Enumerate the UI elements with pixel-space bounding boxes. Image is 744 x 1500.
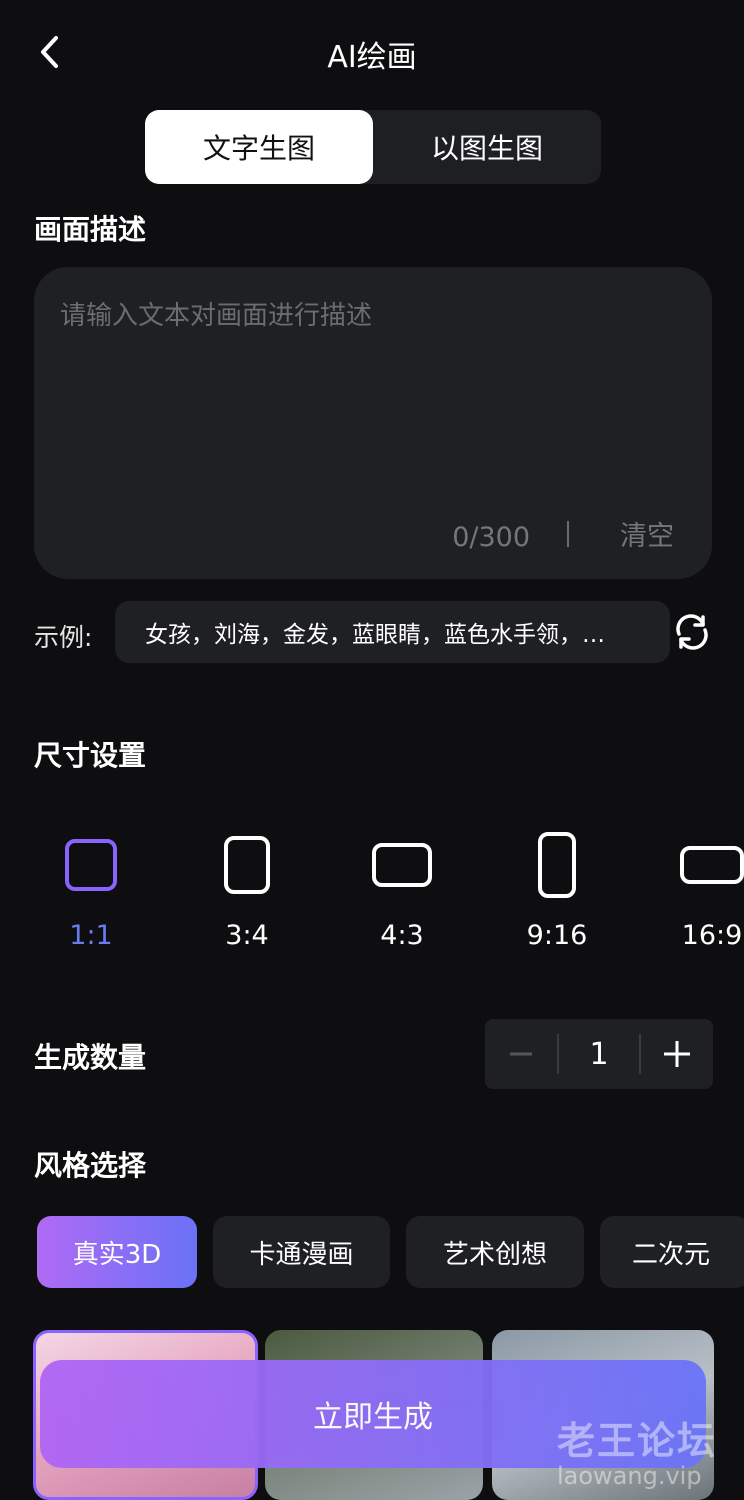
tab-text-to-image[interactable]: 文字生图 xyxy=(145,110,373,184)
ratio-option-3-4[interactable]: 3:4 xyxy=(187,820,307,951)
style-chip-realistic-3d[interactable]: 真实3D xyxy=(37,1216,197,1288)
plus-icon xyxy=(664,1041,690,1067)
quantity-value: 1 xyxy=(589,1036,609,1072)
quantity-stepper: 1 xyxy=(485,1019,713,1089)
landscape-ratio-icon xyxy=(372,843,432,887)
style-label: 风格选择 xyxy=(34,1149,147,1182)
minus-icon xyxy=(510,1052,532,1056)
size-label: 尺寸设置 xyxy=(34,739,147,772)
char-counter: 0/300 xyxy=(452,522,530,553)
watermark-text: 老王论坛 xyxy=(557,1419,718,1463)
description-input[interactable] xyxy=(58,293,682,487)
clear-button[interactable]: 清空 xyxy=(620,514,674,553)
ratio-option-16-9[interactable]: 16:9 xyxy=(652,820,744,951)
ratio-label: 3:4 xyxy=(225,920,269,951)
wide-ratio-icon xyxy=(680,846,744,884)
square-ratio-icon xyxy=(65,839,117,891)
example-label: 示例: xyxy=(34,623,93,652)
increment-button[interactable] xyxy=(641,1019,713,1089)
example-prompt-chip[interactable]: 女孩，刘海，金发，蓝眼睛，蓝色水手领，… xyxy=(115,601,670,663)
ratio-label: 4:3 xyxy=(380,920,424,951)
style-chip-artistic[interactable]: 艺术创想 xyxy=(406,1216,584,1288)
page-title: AI绘画 xyxy=(327,40,417,75)
portrait-ratio-icon xyxy=(224,836,270,894)
style-chip-cartoon[interactable]: 卡通漫画 xyxy=(213,1216,390,1288)
ratio-option-4-3[interactable]: 4:3 xyxy=(342,820,462,951)
ratio-label: 9:16 xyxy=(526,920,588,951)
refresh-example-button[interactable] xyxy=(672,612,712,652)
description-box: 0/300 清空 xyxy=(34,267,712,579)
watermark-url: laowang.vip xyxy=(557,1462,702,1490)
refresh-icon xyxy=(676,614,708,650)
ratio-option-9-16[interactable]: 9:16 xyxy=(497,820,617,951)
ratio-label: 1:1 xyxy=(69,920,113,951)
decrement-button[interactable] xyxy=(485,1019,557,1089)
style-chip-anime[interactable]: 二次元 xyxy=(600,1216,744,1288)
mode-tabs: 文字生图 以图生图 xyxy=(145,110,601,184)
tall-ratio-icon xyxy=(538,832,576,898)
ratio-option-1-1[interactable]: 1:1 xyxy=(31,820,151,951)
divider xyxy=(567,521,569,547)
tab-image-to-image[interactable]: 以图生图 xyxy=(373,110,601,184)
quantity-label: 生成数量 xyxy=(34,1041,147,1074)
description-label: 画面描述 xyxy=(34,213,147,246)
ratio-label: 16:9 xyxy=(681,920,743,951)
